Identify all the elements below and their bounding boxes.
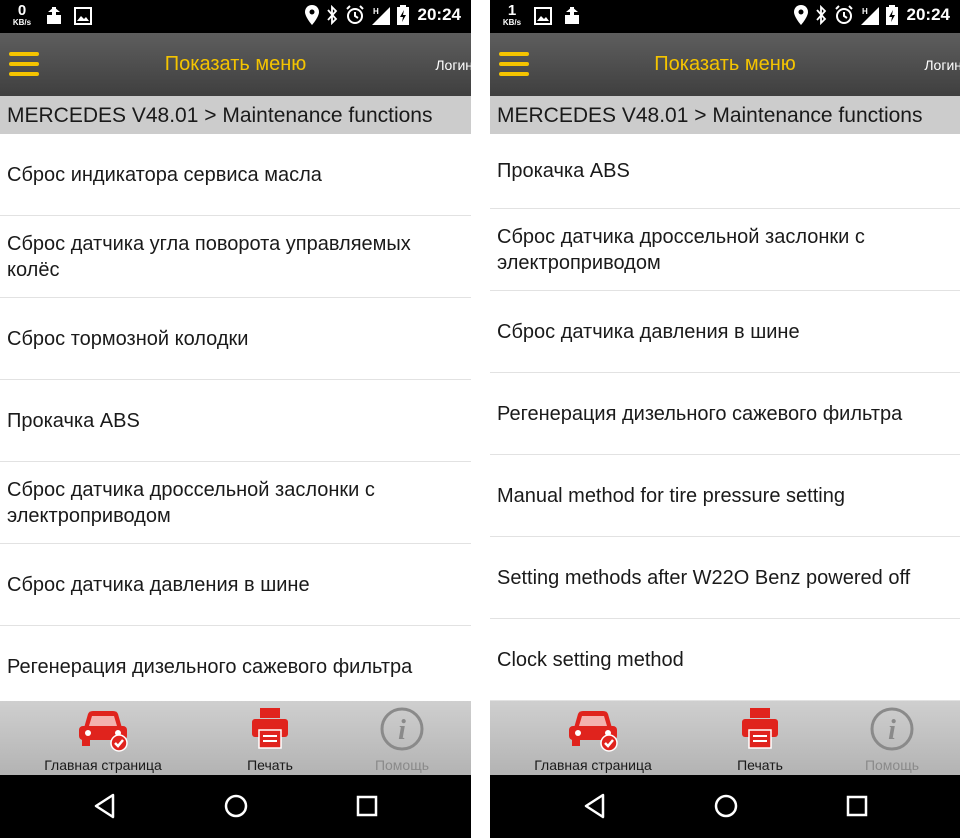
list-item[interactable]: Manual method for tire pressure setting [490,455,960,537]
back-icon[interactable] [583,793,607,819]
car-icon [569,711,618,752]
svg-text:H: H [373,7,379,16]
list-item[interactable]: Сброс индикатора сервиса масла [0,134,471,216]
list-item[interactable]: Прокачка ABS [490,134,960,209]
bottom-tab-bar: Главная страница Печать i Помощь [490,701,960,775]
status-bar: 1 KB/s H 20:24 [490,0,960,33]
info-icon: i [870,707,914,751]
list-item[interactable]: Регенерация дизельного сажевого фильтра [0,626,471,701]
network-speed-value: 0 [17,2,27,19]
alarm-icon [834,5,853,24]
home-icon[interactable] [223,793,249,819]
breadcrumb: MERCEDES V48.01 > Maintenance functions [0,96,471,134]
printer-icon [252,708,288,749]
back-icon[interactable] [93,793,117,819]
clock: 20:24 [417,5,461,24]
network-speed-unit: KB/s [12,18,32,27]
login-button[interactable]: Логин [924,57,960,73]
screen-right: 1 KB/s H 20:24 Показать меню Логин MERCE… [490,0,960,838]
list-item[interactable]: Сброс датчика дроссельной заслонки с эле… [490,209,960,291]
upload-icon [47,7,61,24]
alarm-icon [345,5,364,24]
printer-icon [742,708,778,749]
upload-icon [565,7,579,24]
app-title[interactable]: Показать меню [490,53,960,76]
tab-print-label: Печать [737,757,783,773]
login-button[interactable]: Логин [435,57,471,73]
tab-home[interactable]: Главная страница [28,701,178,775]
list-item[interactable]: Setting methods after W22O Benz powered … [490,537,960,619]
tab-print-label: Печать [247,757,293,773]
app-bar: Показать меню Логин [490,33,960,96]
breadcrumb: MERCEDES V48.01 > Maintenance functions [490,96,960,134]
tab-help-label: Помощь [374,757,430,773]
tab-help[interactable]: i Помощь [817,701,960,775]
signal-icon: H [371,7,390,25]
svg-text:i: i [888,715,896,746]
recents-icon[interactable] [845,793,869,819]
system-nav-bar [490,775,960,838]
image-icon [534,7,552,25]
list-item[interactable]: Сброс тормозной колодки [0,298,471,380]
network-speed-unit: KB/s [502,18,522,27]
clock: 20:24 [906,5,950,24]
location-icon [793,5,808,25]
tab-home-label: Главная страница [44,757,162,773]
list-item[interactable]: Сброс датчика давления в шине [0,544,471,626]
list-item[interactable]: Прокачка ABS [0,380,471,462]
tab-help-label: Помощь [864,757,920,773]
list-item[interactable]: Регенерация дизельного сажевого фильтра [490,373,960,455]
svg-text:H: H [862,7,868,16]
tab-print[interactable]: Печать [195,701,345,775]
bottom-tab-bar: Главная страница Печать i Помощь [0,701,471,775]
battery-icon [396,5,409,25]
info-icon: i [380,707,424,751]
network-speed-value: 1 [507,2,517,19]
list-item[interactable]: Clock setting method [490,619,960,701]
location-icon [304,5,319,25]
bluetooth-icon [326,5,337,25]
list-item[interactable]: Сброс датчика давления в шине [490,291,960,373]
app-bar: Показать меню Логин [0,33,471,96]
list-item[interactable]: Сброс датчика дроссельной заслонки с эле… [0,462,471,544]
network-speed: 0 KB/s [9,3,35,27]
function-list: Сброс индикатора сервиса масла Сброс дат… [0,134,471,701]
status-bar: 0 KB/s H 20:24 [0,0,471,33]
svg-text:i: i [398,715,406,746]
image-icon [74,7,92,25]
car-icon [79,711,128,752]
app-title[interactable]: Показать меню [0,53,471,76]
system-nav-bar [0,775,471,838]
tab-home-label: Главная страница [534,757,652,773]
home-icon[interactable] [713,793,739,819]
battery-icon [885,5,898,25]
tab-help[interactable]: i Помощь [327,701,471,775]
function-list: Прокачка ABS Сброс датчика дроссельной з… [490,134,960,701]
bluetooth-icon [815,5,826,25]
signal-icon: H [860,7,879,25]
recents-icon[interactable] [355,793,379,819]
screen-left: 0 KB/s H 20:24 Показать меню Логин MERCE… [0,0,471,838]
tab-print[interactable]: Печать [685,701,835,775]
list-item[interactable]: Сброс датчика угла поворота управляемых … [0,216,471,298]
screenshot-divider [471,0,490,838]
tab-home[interactable]: Главная страница [518,701,668,775]
network-speed: 1 KB/s [499,3,525,27]
